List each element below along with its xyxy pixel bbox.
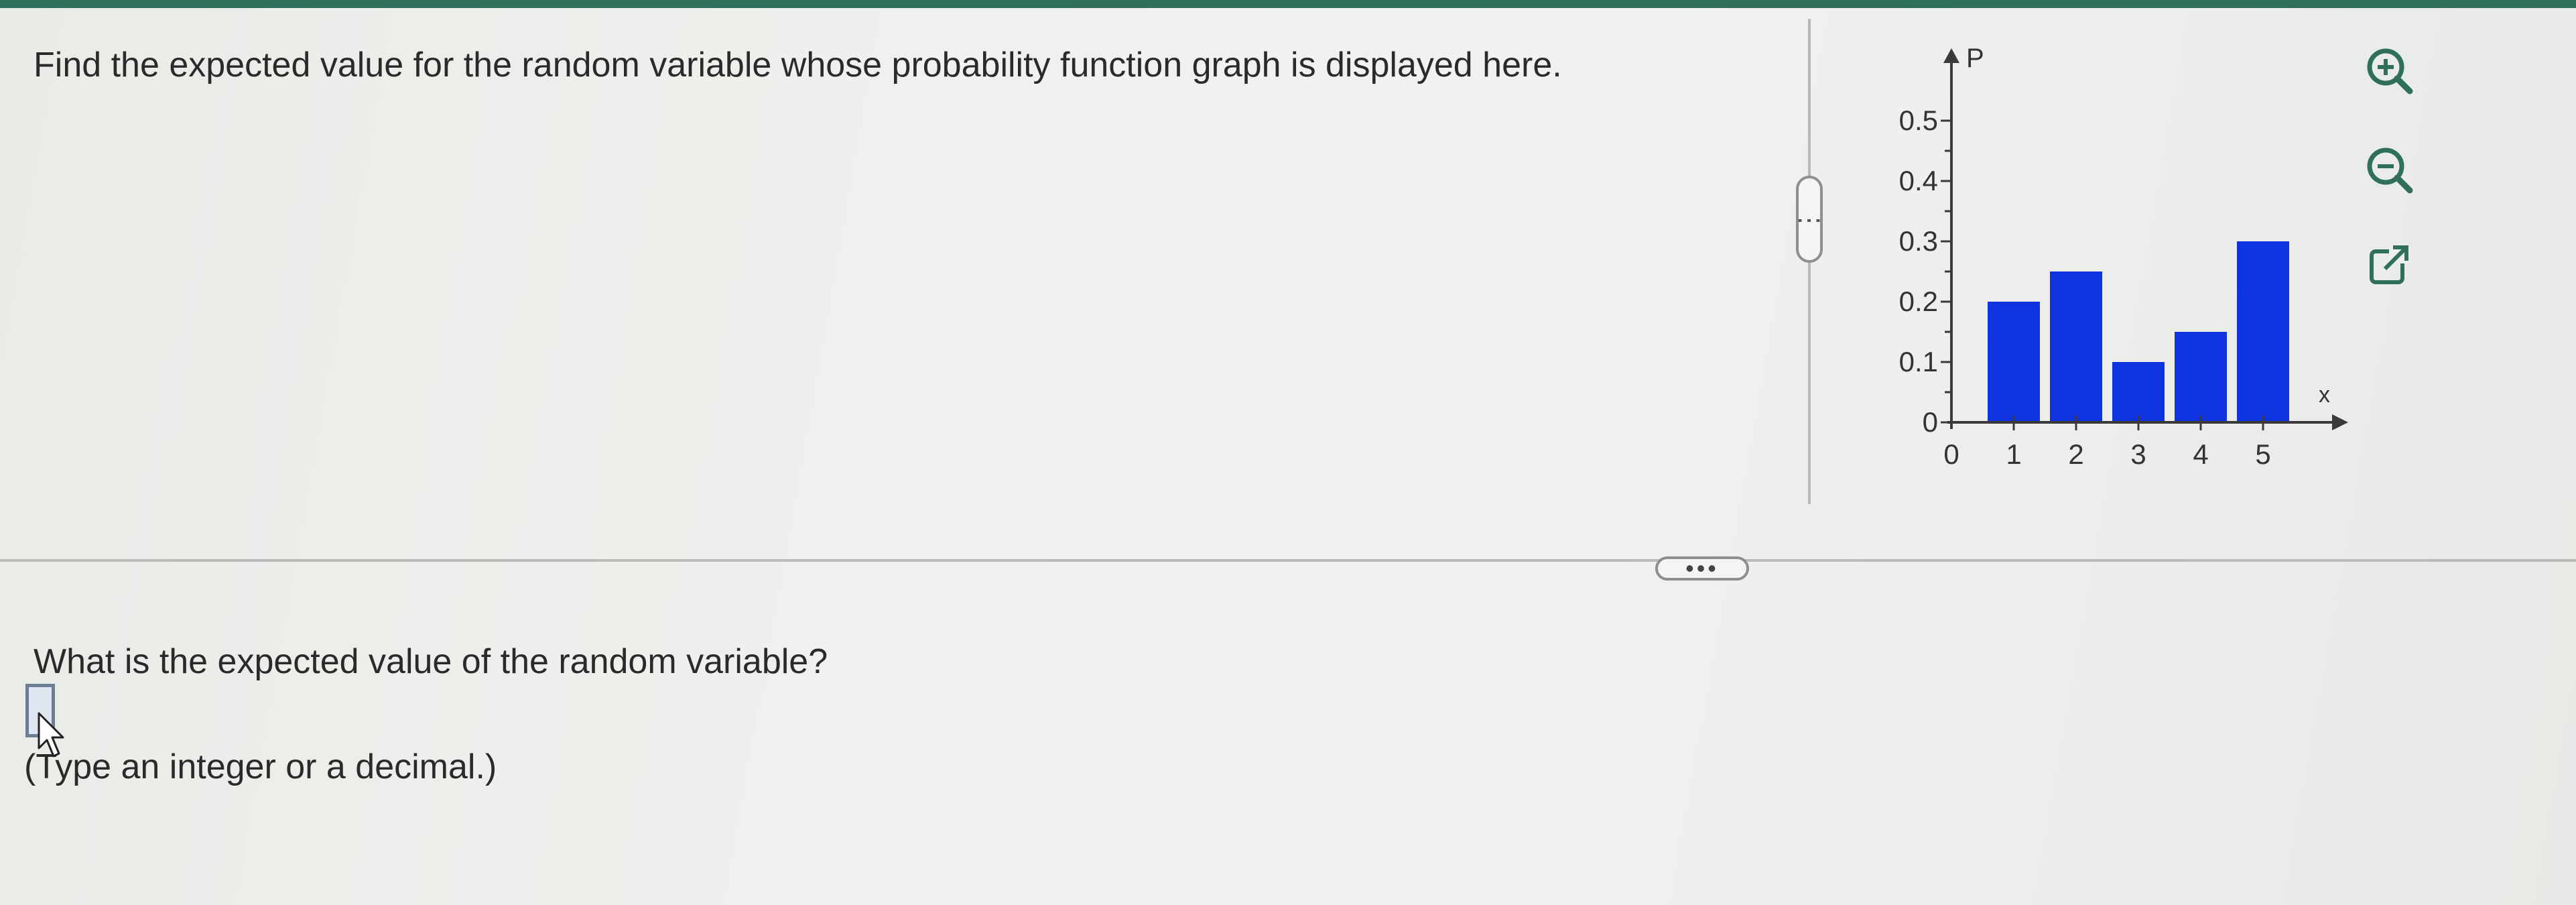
- bar-x-5: [2237, 241, 2289, 422]
- x-tick-label: 1: [2006, 438, 2021, 470]
- y-tick-label: 0.2: [1899, 286, 1938, 317]
- bar-x-2: [2050, 272, 2102, 422]
- x-tick-label: 5: [2255, 438, 2270, 470]
- x-axis-arrow: [2332, 414, 2348, 430]
- x-tick-label: 3: [2130, 438, 2146, 470]
- zoom-in-button[interactable]: [2359, 40, 2419, 101]
- bar-x-4: [2175, 332, 2227, 422]
- mouse-cursor-icon: [38, 712, 64, 758]
- answer-prompt: What is the expected value of the random…: [34, 642, 828, 681]
- x-axis-label: x: [2319, 382, 2330, 408]
- answer-hint: (Type an integer or a decimal.): [24, 747, 497, 786]
- popout-button[interactable]: [2359, 235, 2419, 295]
- x-tick-label: 2: [2068, 438, 2083, 470]
- x-tick-label: 4: [2193, 438, 2208, 470]
- zoom-out-icon: [2367, 147, 2413, 194]
- zoom-in-icon: [2367, 48, 2413, 95]
- y-tick-label: 0.4: [1899, 165, 1938, 196]
- x-tick-label: 0: [1943, 438, 1959, 470]
- bar-x-3: [2112, 362, 2165, 422]
- horizontal-resize-handle[interactable]: •••: [1655, 556, 1749, 581]
- y-tick-label: 0.5: [1899, 105, 1938, 136]
- popout-icon: [2370, 245, 2409, 284]
- y-axis-label: P: [1966, 44, 1984, 73]
- zoom-out-button[interactable]: [2359, 139, 2419, 200]
- y-axis-arrow: [1943, 48, 1959, 63]
- y-tick-label: 0.1: [1899, 346, 1938, 377]
- bar-x-1: [1988, 302, 2040, 422]
- horizontal-divider: [0, 559, 2576, 562]
- y-tick-label: 0.3: [1899, 225, 1938, 257]
- y-tick-label: 0: [1923, 406, 1938, 438]
